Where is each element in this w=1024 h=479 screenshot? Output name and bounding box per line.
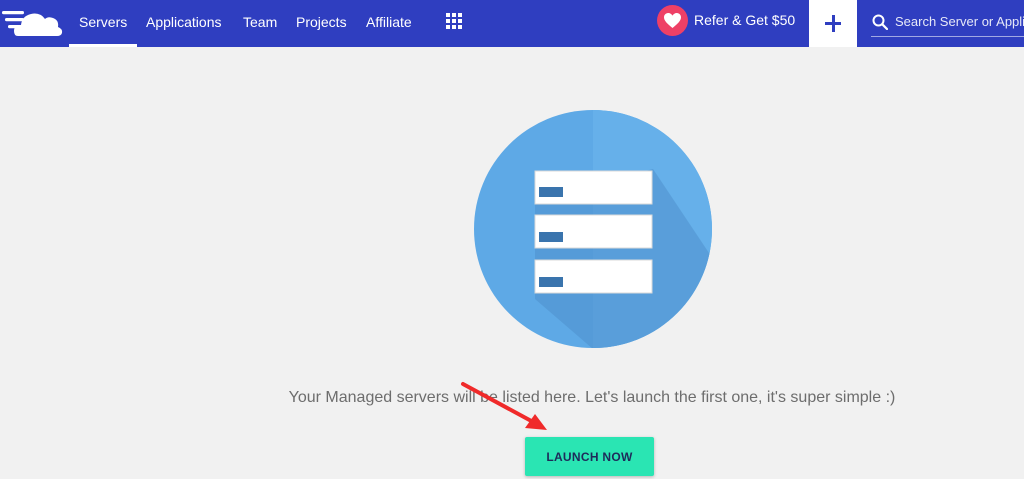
add-button[interactable] <box>809 0 857 47</box>
grid-icon[interactable] <box>446 13 462 29</box>
empty-state-message: Your Managed servers will be listed here… <box>288 389 896 406</box>
nav-item-affiliate[interactable]: Affiliate <box>366 0 412 47</box>
search-icon <box>872 14 888 30</box>
nav-item-projects[interactable]: Projects <box>296 0 347 47</box>
heart-icon <box>657 5 688 36</box>
nav-item-servers[interactable]: Servers <box>68 0 138 47</box>
search-input[interactable] <box>895 11 1024 31</box>
red-arrow-icon <box>461 382 547 430</box>
nav-item-team[interactable]: Team <box>243 0 277 47</box>
top-navbar: Servers Applications Team Projects Affil… <box>0 0 1024 47</box>
search-box[interactable] <box>871 8 1024 37</box>
refer-label: Refer & Get $50 <box>694 12 796 28</box>
servers-icon <box>474 110 712 348</box>
nav-item-applications[interactable]: Applications <box>146 0 222 47</box>
cloudways-logo-icon[interactable] <box>0 4 64 40</box>
launch-now-button[interactable]: LAUNCH NOW <box>525 437 654 476</box>
